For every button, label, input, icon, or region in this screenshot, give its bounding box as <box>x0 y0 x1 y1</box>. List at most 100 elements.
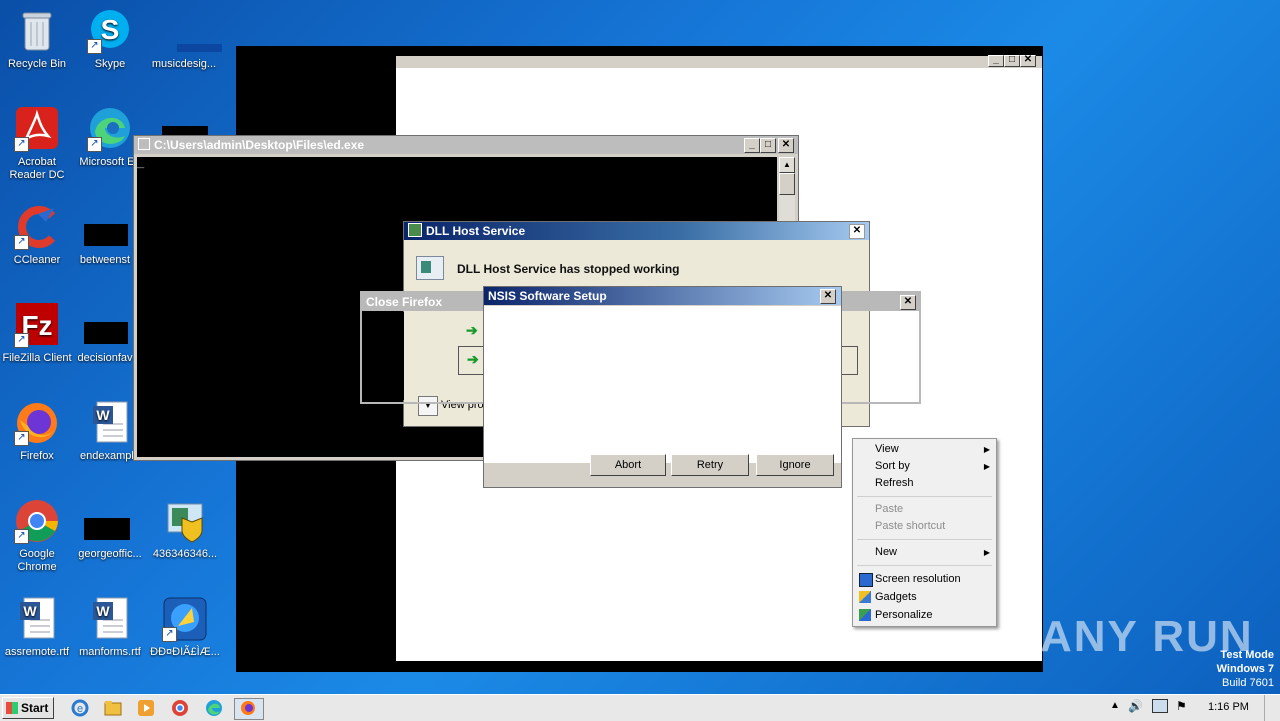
show-desktop-button[interactable] <box>1264 695 1280 721</box>
recycle-bin-icon <box>14 8 60 54</box>
background-window-titlebar: _ □ ✕ <box>396 55 1042 68</box>
dll-title: DLL Host Service <box>426 224 526 238</box>
taskbar: Start e ▲ 🔊 ⚑ 1:16 PM <box>0 694 1280 721</box>
windows-logo-icon <box>6 702 18 714</box>
ignore-button[interactable]: Ignore <box>756 454 834 476</box>
shortcut-arrow-icon: ↗ <box>162 627 177 642</box>
desktop-icon-label: georgeoffic... <box>78 548 142 560</box>
personalize-icon <box>859 609 871 621</box>
menu-item-sort-by[interactable]: Sort by ▶ <box>853 458 996 475</box>
desktop-icon-filezilla[interactable]: Fz ↗ FileZilla Client <box>0 302 74 365</box>
show-hidden-icons-button[interactable]: ▲ <box>1110 700 1120 711</box>
os-label: Windows 7 <box>1216 663 1274 675</box>
firefox-dialog-title: Close Firefox <box>366 295 443 309</box>
menu-label: Refresh <box>875 477 914 489</box>
desktop-icon-installer[interactable]: 436346346... <box>148 498 222 561</box>
nsis-content-overlay <box>484 306 799 451</box>
network-icon[interactable] <box>1152 699 1168 713</box>
menu-item-view[interactable]: View ▶ <box>853 441 996 458</box>
maximize-button[interactable]: □ <box>760 138 776 153</box>
desktop-icon-assremote[interactable]: W assremote.rtf <box>0 596 74 659</box>
filezilla-icon: Fz ↗ <box>14 302 60 348</box>
desktop-icon-georgeoffic[interactable]: georgeoffic... <box>73 498 147 561</box>
abort-button[interactable]: Abort <box>590 454 666 476</box>
desktop-icon-recycle-bin[interactable]: Recycle Bin <box>0 8 74 71</box>
scroll-up-button[interactable]: ▲ <box>779 157 795 173</box>
svg-text:e: e <box>77 703 83 715</box>
desktop-icon-skype[interactable]: S ↗ Skype <box>73 8 147 71</box>
chrome-icon: ↗ <box>14 498 60 544</box>
abort-label: Abort <box>614 459 642 471</box>
media-player-icon[interactable] <box>136 698 158 718</box>
menu-label: Gadgets <box>875 591 917 603</box>
scroll-thumb[interactable] <box>779 173 795 195</box>
menu-item-refresh[interactable]: Refresh <box>853 475 996 492</box>
console-titlebar[interactable]: C:\Users\admin\Desktop\Files\ed.exe _ □ … <box>134 136 798 154</box>
menu-item-personalize[interactable]: Personalize <box>853 607 996 624</box>
skype-icon: S ↗ <box>87 8 133 54</box>
file-icon <box>161 8 222 54</box>
desktop-icon-chrome[interactable]: ↗ Google Chrome <box>0 498 74 574</box>
desktop-context-menu[interactable]: View ▶ Sort by ▶ Refresh Paste Paste short… <box>852 438 997 627</box>
desktop-icon-label: FileZilla Client <box>2 352 72 364</box>
desktop-icon-firefox[interactable]: ↗ Firefox <box>0 400 74 463</box>
menu-label: Screen resolution <box>875 573 961 585</box>
desktop-icon-musicdesig[interactable]: musicdesig... <box>147 8 222 71</box>
word-doc-icon: W <box>14 596 60 642</box>
retry-button[interactable]: Retry <box>671 454 749 476</box>
shortcut-arrow-icon: ↗ <box>14 333 29 348</box>
menu-separator <box>857 539 992 540</box>
nsis-setup-dialog[interactable]: NSIS Software Setup ✕ Abort Retry Ignore <box>483 286 842 488</box>
firefox-taskbar-icon[interactable] <box>234 698 264 720</box>
build-label: Build 7601 <box>1222 677 1274 689</box>
word-doc-icon: W <box>87 400 133 446</box>
close-button[interactable]: ✕ <box>778 138 794 153</box>
svg-text:S: S <box>101 14 120 45</box>
minimize-button[interactable]: _ <box>988 55 1004 67</box>
maximize-button[interactable]: □ <box>1004 55 1020 67</box>
desktop-icon-decisionfav[interactable]: decisionfav <box>68 302 142 365</box>
menu-label: New <box>875 546 898 558</box>
close-button[interactable]: ✕ <box>900 295 916 310</box>
close-button[interactable]: ✕ <box>820 289 836 304</box>
submenu-arrow-icon: ▶ <box>983 548 990 557</box>
retry-label: Retry <box>696 459 724 471</box>
svg-text:W: W <box>96 407 110 423</box>
nsis-titlebar[interactable]: NSIS Software Setup ✕ <box>484 287 841 305</box>
shortcut-arrow-icon: ↗ <box>14 431 29 446</box>
desktop-icon-betweenst[interactable]: betweenst <box>68 204 142 267</box>
clock[interactable]: 1:16 PM <box>1208 701 1249 713</box>
desktop-icon-label: Firefox <box>20 450 54 462</box>
file-icon <box>84 498 133 544</box>
close-button[interactable]: ✕ <box>849 224 865 239</box>
ie-icon[interactable]: e <box>70 698 92 718</box>
desktop-icon-setup[interactable]: ↗ ÐÐ¤ÐIÃ£ÌÆ... <box>148 596 222 659</box>
dll-titlebar[interactable]: DLL Host Service ✕ <box>404 222 869 240</box>
installer-icon <box>162 498 208 544</box>
submenu-arrow-icon: ▶ <box>983 462 990 471</box>
acrobat-icon: ↗ <box>14 106 60 152</box>
menu-item-gadgets[interactable]: Gadgets <box>853 589 996 606</box>
submenu-arrow-icon: ▶ <box>983 445 990 454</box>
test-mode-label: Test Mode <box>1220 649 1274 661</box>
desktop-icon-manforms[interactable]: W manforms.rtf <box>73 596 147 659</box>
close-button[interactable]: ✕ <box>1020 55 1036 67</box>
test-mode-text: Test Mode Windows 7 Build 7601 <box>1217 648 1274 690</box>
volume-icon[interactable]: 🔊 <box>1128 699 1143 713</box>
desktop-icon-label: Google Chrome <box>17 548 57 573</box>
minimize-button[interactable]: _ <box>744 138 760 153</box>
menu-item-new[interactable]: New ▶ <box>853 544 996 561</box>
chrome-taskbar-icon[interactable] <box>170 698 192 718</box>
word-doc-icon: W <box>87 596 133 642</box>
start-button[interactable]: Start <box>2 697 54 719</box>
menu-item-screen-resolution[interactable]: Screen resolution <box>853 571 996 588</box>
explorer-icon[interactable] <box>103 698 125 718</box>
console-cursor: _ <box>137 157 145 171</box>
action-center-flag-icon[interactable]: ⚑ <box>1176 699 1187 713</box>
desktop-icon-acrobat[interactable]: ↗ Acrobat Reader DC <box>0 106 74 182</box>
desktop-icon-ccleaner[interactable]: ↗ CCleaner <box>0 204 74 267</box>
desktop-icon-label: manforms.rtf <box>79 646 141 658</box>
edge-icon: ↗ <box>87 106 133 152</box>
nsis-title: NSIS Software Setup <box>488 289 607 303</box>
edge-taskbar-icon[interactable] <box>204 698 226 718</box>
